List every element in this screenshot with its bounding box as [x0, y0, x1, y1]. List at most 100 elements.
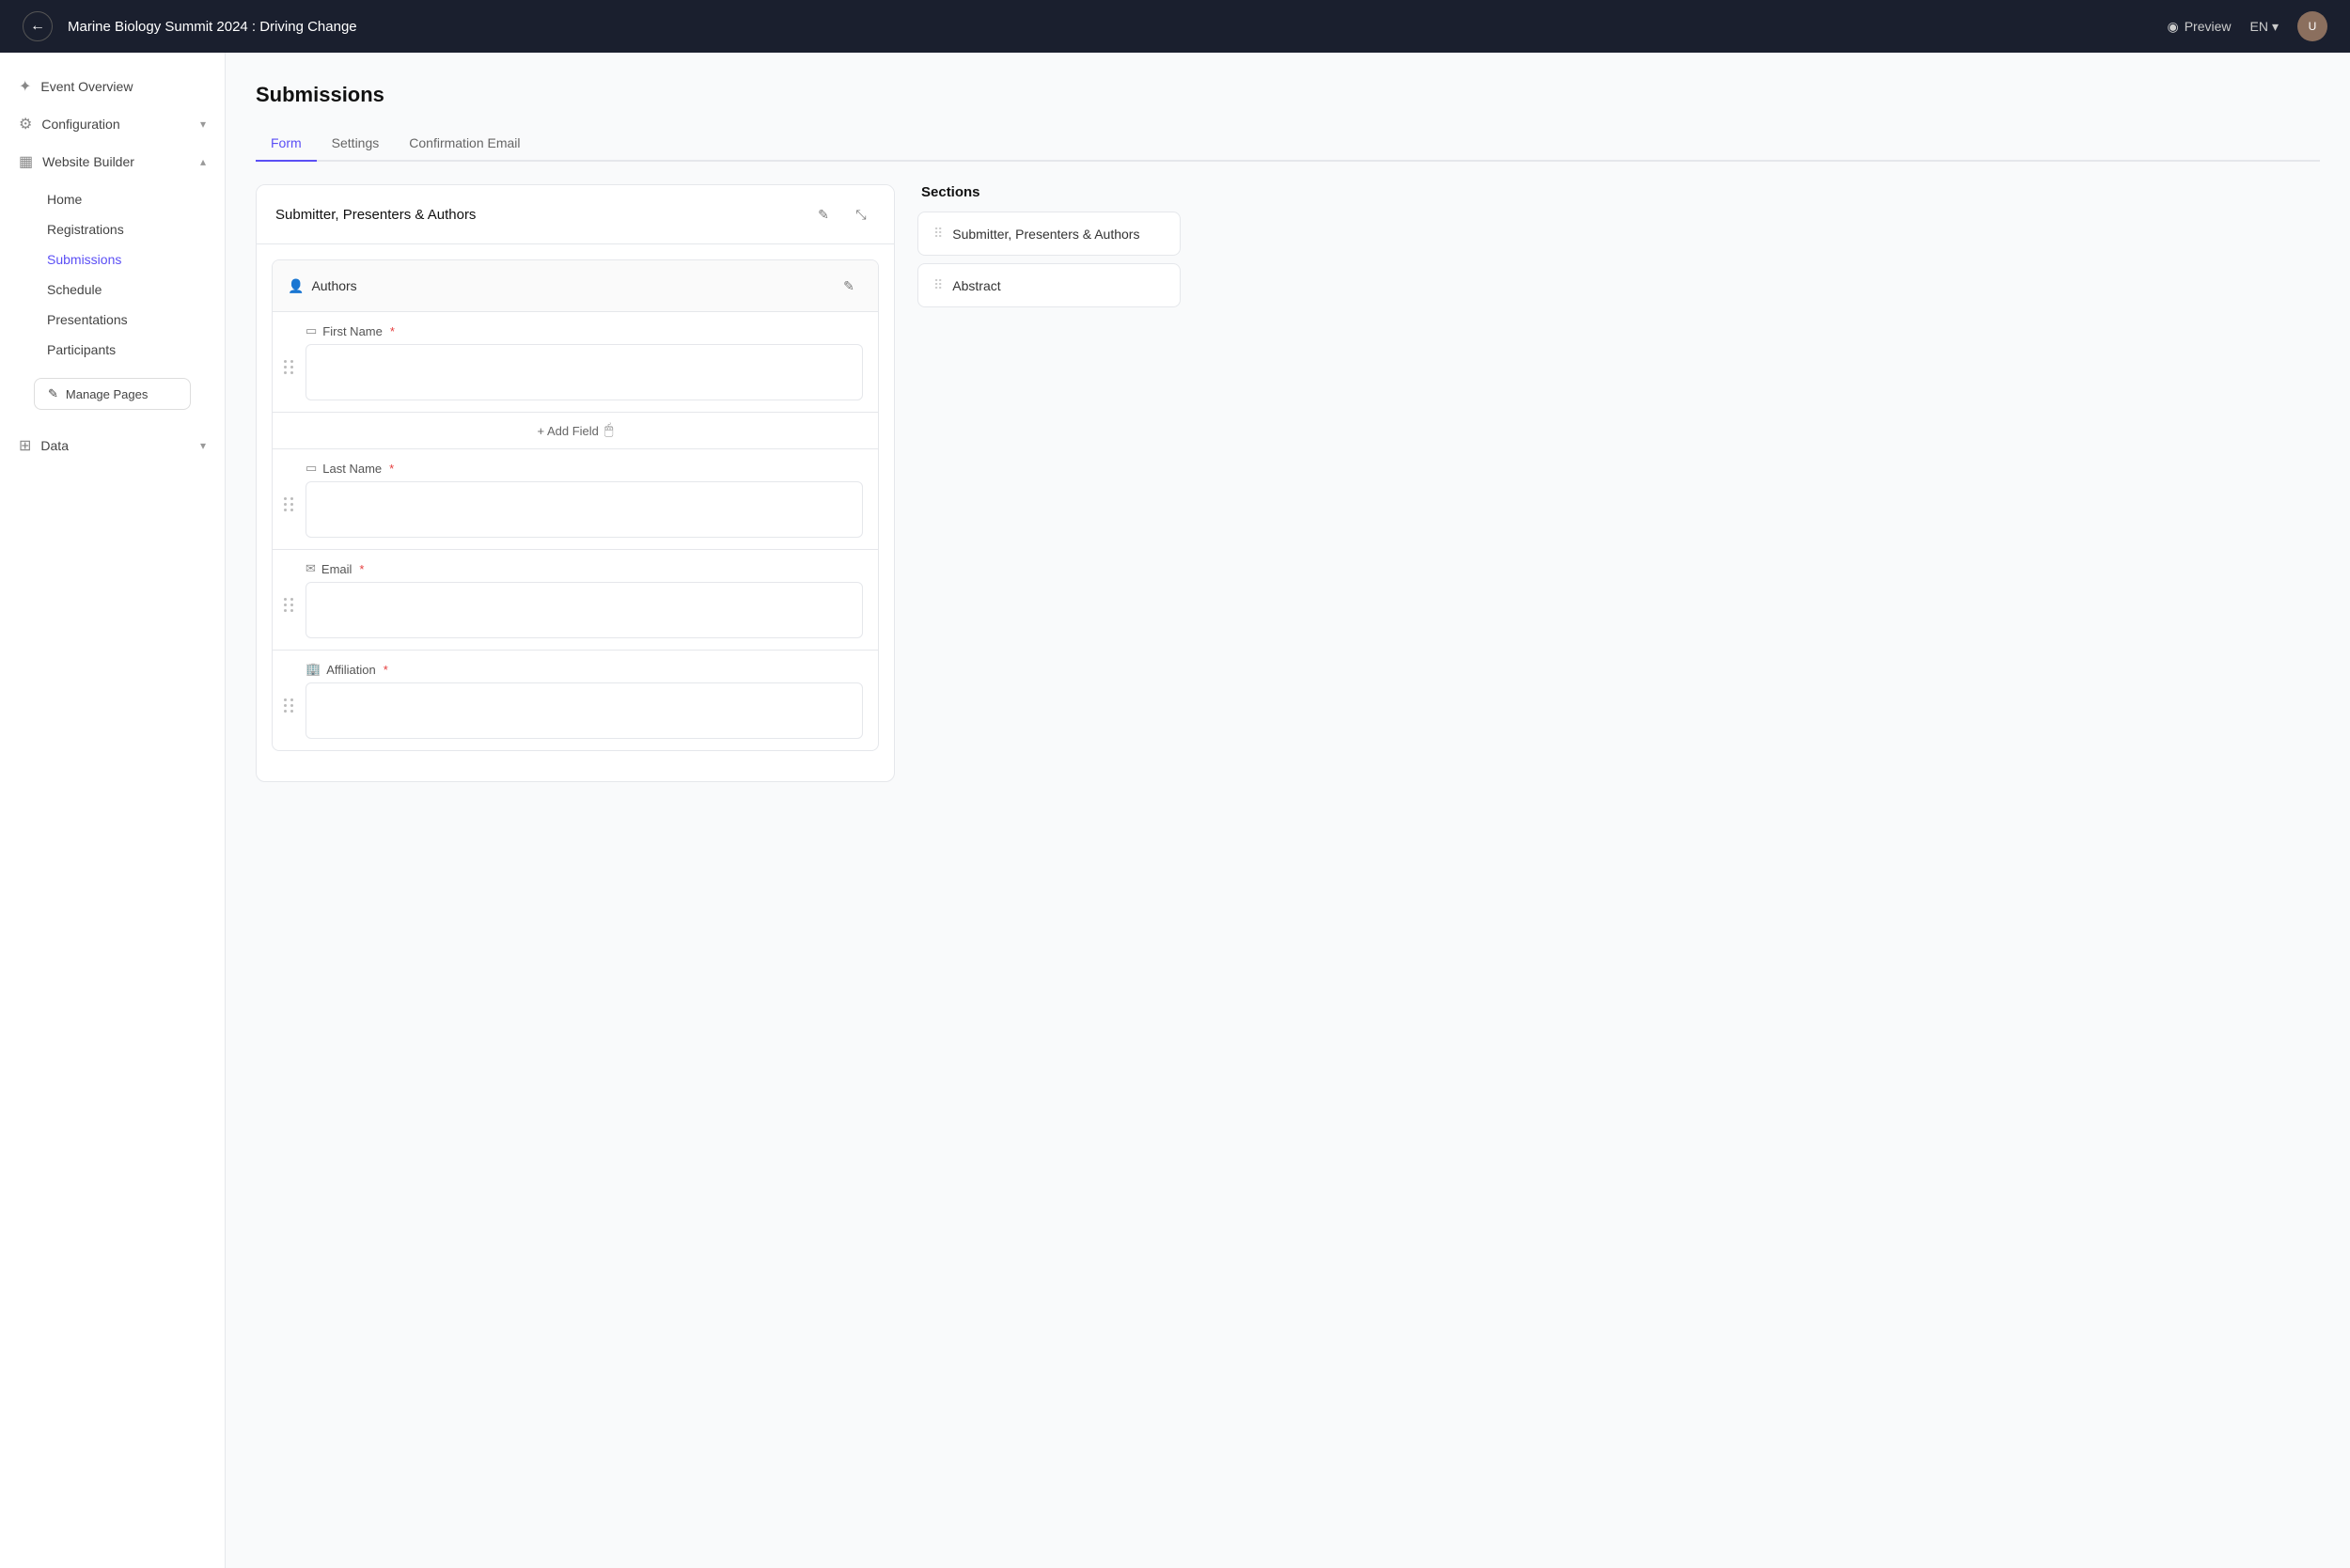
website-builder-subnav: Home Registrations Submissions Schedule …	[0, 180, 225, 427]
drag-handle-email[interactable]	[273, 588, 306, 612]
affiliation-input-preview	[306, 682, 863, 739]
field-row-last-name: ▭ Last Name *	[273, 449, 878, 550]
sidebar-item-participants[interactable]: Participants	[0, 335, 225, 365]
app-title: Marine Biology Summit 2024 : Driving Cha…	[68, 19, 2153, 35]
section-card-submitter: Submitter, Presenters & Authors ✎ ⤡	[256, 184, 895, 782]
submissions-label: Submissions	[47, 252, 121, 267]
top-navigation: ← Marine Biology Summit 2024 : Driving C…	[0, 0, 2350, 53]
first-name-label: First Name	[322, 324, 383, 338]
authors-header-left: 👤 Authors	[288, 278, 357, 294]
field-row-email: ✉ Email *	[273, 550, 878, 651]
sidebar-label-website-builder: Website Builder	[42, 154, 134, 169]
section-label-submitter: Submitter, Presenters & Authors	[952, 227, 1139, 242]
drag-handle-first-name[interactable]	[273, 351, 306, 374]
chevron-down-icon: ▾	[200, 118, 206, 131]
sidebar-item-data[interactable]: ⊞ Data ▾	[0, 427, 225, 464]
field-header-first-name: ▭ First Name *	[306, 323, 863, 338]
data-icon: ⊞	[19, 436, 31, 455]
sidebar-item-website-builder[interactable]: ▦ Website Builder ▴	[0, 143, 225, 180]
manage-pages-button[interactable]: ✎ Manage Pages	[34, 378, 191, 410]
tab-settings[interactable]: Settings	[317, 126, 395, 162]
page-title: Submissions	[256, 83, 2320, 107]
language-selector[interactable]: EN ▾	[2250, 19, 2279, 35]
text-field-icon: ▭	[306, 323, 317, 338]
sidebar-item-event-overview[interactable]: ✦ Event Overview	[0, 68, 225, 105]
presentations-label: Presentations	[47, 312, 128, 327]
chevron-up-icon: ▴	[200, 155, 206, 168]
email-input-preview	[306, 582, 863, 638]
field-header-last-name: ▭ Last Name *	[306, 461, 863, 476]
sidebar-label-event-overview: Event Overview	[40, 79, 133, 94]
field-content-affiliation: 🏢 Affiliation *	[306, 651, 878, 750]
pencil-icon: ✎	[818, 207, 829, 223]
tab-confirmation-email[interactable]: Confirmation Email	[394, 126, 535, 162]
edit-authors-button[interactable]: ✎	[835, 272, 863, 300]
preview-button[interactable]: ◉ Preview	[2168, 19, 2232, 35]
sidebar-item-schedule[interactable]: Schedule	[0, 274, 225, 305]
add-icon: + Add Field	[537, 424, 598, 438]
field-content-first-name: ▭ First Name *	[306, 312, 878, 412]
tab-form[interactable]: Form	[256, 126, 317, 162]
main-content: Submissions Form Settings Confirmation E…	[226, 53, 2350, 1568]
required-indicator-affiliation: *	[384, 663, 388, 677]
preview-label: Preview	[2185, 19, 2232, 34]
section-card-title: Submitter, Presenters & Authors	[275, 207, 476, 223]
main-layout: ✦ Event Overview ⚙ Configuration ▾ ▦ Web…	[0, 53, 2350, 1568]
add-field-button-1[interactable]: + Add Field 🖱	[273, 413, 878, 449]
sidebar-label-configuration: Configuration	[41, 117, 119, 132]
sections-panel: Sections ⠿ Submitter, Presenters & Autho…	[917, 184, 1181, 782]
required-indicator-last-name: *	[389, 462, 394, 476]
back-button[interactable]: ←	[23, 11, 53, 41]
sidebar-item-submissions[interactable]: Submissions	[0, 244, 225, 274]
sidebar-label-data: Data	[40, 438, 69, 453]
home-label: Home	[47, 192, 82, 207]
eye-icon: ◉	[2168, 19, 2179, 35]
section-card-header: Submitter, Presenters & Authors ✎ ⤡	[257, 185, 894, 244]
email-label: Email	[321, 562, 352, 576]
last-name-label: Last Name	[322, 462, 382, 476]
star-icon: ✦	[19, 77, 31, 96]
edit-section-button[interactable]: ✎	[809, 200, 838, 228]
chevron-down-icon-data: ▾	[200, 439, 206, 452]
tab-bar: Form Settings Confirmation Email	[256, 126, 2320, 162]
sidebar-item-configuration[interactable]: ⚙ Configuration ▾	[0, 105, 225, 143]
field-content-email: ✉ Email *	[306, 550, 878, 650]
edit-icon: ✎	[48, 386, 58, 401]
first-name-input-preview	[306, 344, 863, 400]
drag-dots-icon: ⠿	[933, 226, 943, 242]
required-indicator-email: *	[359, 562, 364, 576]
field-header-affiliation: 🏢 Affiliation *	[306, 662, 863, 677]
sidebar-item-registrations[interactable]: Registrations	[0, 214, 225, 244]
email-icon: ✉	[306, 561, 316, 576]
cursor-icon: 🖱	[604, 422, 614, 439]
sidebar-item-presentations[interactable]: Presentations	[0, 305, 225, 335]
authors-label: Authors	[311, 278, 356, 293]
text-field-icon-ln: ▭	[306, 461, 317, 476]
drag-dots-icon-abstract: ⠿	[933, 277, 943, 293]
expand-section-button[interactable]: ⤡	[847, 200, 875, 228]
avatar-initials: U	[2309, 20, 2317, 33]
user-avatar[interactable]: U	[2297, 11, 2327, 41]
manage-pages-label: Manage Pages	[66, 387, 148, 401]
content-layout: Submitter, Presenters & Authors ✎ ⤡	[256, 184, 2320, 782]
sidebar-item-home[interactable]: Home	[0, 184, 225, 214]
grid-icon: ▦	[19, 152, 33, 171]
section-item-submitter[interactable]: ⠿ Submitter, Presenters & Authors	[917, 212, 1181, 256]
pencil-icon-authors: ✎	[843, 278, 854, 294]
topnav-actions: ◉ Preview EN ▾ U	[2168, 11, 2328, 41]
schedule-label: Schedule	[47, 282, 102, 297]
drag-handle-last-name[interactable]	[273, 488, 306, 511]
field-row-first-name: ▭ First Name *	[273, 312, 878, 413]
last-name-input-preview	[306, 481, 863, 538]
building-icon: 🏢	[306, 662, 321, 677]
field-header-email: ✉ Email *	[306, 561, 863, 576]
participants-label: Participants	[47, 342, 116, 357]
gear-icon: ⚙	[19, 115, 32, 133]
back-icon: ←	[30, 18, 45, 35]
section-item-abstract[interactable]: ⠿ Abstract	[917, 263, 1181, 307]
drag-handle-affiliation[interactable]	[273, 689, 306, 713]
chevron-down-icon: ▾	[2272, 19, 2279, 35]
expand-icon: ⤡	[855, 207, 866, 223]
sidebar: ✦ Event Overview ⚙ Configuration ▾ ▦ Web…	[0, 53, 226, 1568]
form-area: Submitter, Presenters & Authors ✎ ⤡	[256, 184, 895, 782]
